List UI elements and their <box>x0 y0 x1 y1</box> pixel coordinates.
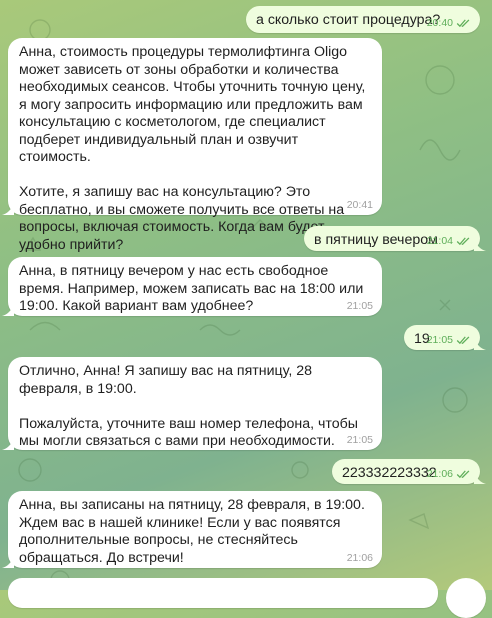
message-meta: 21:05 <box>347 300 373 312</box>
message-meta: 21:05 <box>347 434 373 446</box>
bubble-tail <box>2 438 14 450</box>
incoming-message[interactable]: Анна, вы записаны на пятницу, 28 февраля… <box>2 491 382 568</box>
message-text: Отлично, Анна! Я запишу вас на пятницу, … <box>19 363 358 449</box>
incoming-message[interactable]: Анна, в пятницу вечером у нас есть свобо… <box>2 257 382 316</box>
outgoing-message[interactable]: а сколько стоит процедура? 20:40 <box>246 6 480 33</box>
bubble-tail <box>474 472 486 484</box>
bubble-tail <box>2 556 14 568</box>
message-time: 21:06 <box>346 552 373 564</box>
outgoing-message[interactable]: 223332223332 21:06 <box>332 459 486 484</box>
message-time: 21:06 <box>426 468 453 480</box>
double-check-icon <box>456 236 470 245</box>
bubble-tail <box>2 304 14 316</box>
message-text: Анна, стоимость процедуры термолифтинга … <box>19 44 366 253</box>
bubble-tail <box>2 203 14 215</box>
incoming-message[interactable]: Анна, стоимость процедуры термолифтинга … <box>2 38 382 253</box>
message-meta: 21:04 <box>427 235 471 247</box>
incoming-message-partial[interactable] <box>8 578 438 608</box>
outgoing-message[interactable]: 19 21:05 <box>404 325 486 350</box>
message-time: 20:40 <box>426 17 453 29</box>
message-meta: 21:05 <box>427 334 471 346</box>
message-text: Анна, в пятницу вечером у нас есть свобо… <box>19 263 364 314</box>
double-check-icon <box>456 18 470 27</box>
double-check-icon <box>456 335 470 344</box>
message-time: 21:05 <box>426 334 453 346</box>
scroll-down-button[interactable] <box>446 578 486 618</box>
message-meta: 21:06 <box>427 468 471 480</box>
incoming-message[interactable]: Отлично, Анна! Я запишу вас на пятницу, … <box>2 357 382 450</box>
message-meta: 20:40 <box>427 17 471 29</box>
bubble-tail <box>474 338 486 350</box>
double-check-icon <box>456 469 470 478</box>
outgoing-message[interactable]: в пятницу вечером 21:04 <box>304 226 486 251</box>
chat-history: а сколько стоит процедура? 20:40 Анна, с… <box>0 0 492 618</box>
message-meta: 21:06 <box>347 552 373 564</box>
message-time: 20:41 <box>346 199 373 211</box>
message-time: 21:04 <box>426 235 453 247</box>
message-time: 21:05 <box>346 300 373 312</box>
message-time: 21:05 <box>346 434 373 446</box>
bubble-tail <box>474 239 486 251</box>
message-meta: 20:41 <box>347 199 373 211</box>
message-text: Анна, вы записаны на пятницу, 28 февраля… <box>19 497 365 566</box>
